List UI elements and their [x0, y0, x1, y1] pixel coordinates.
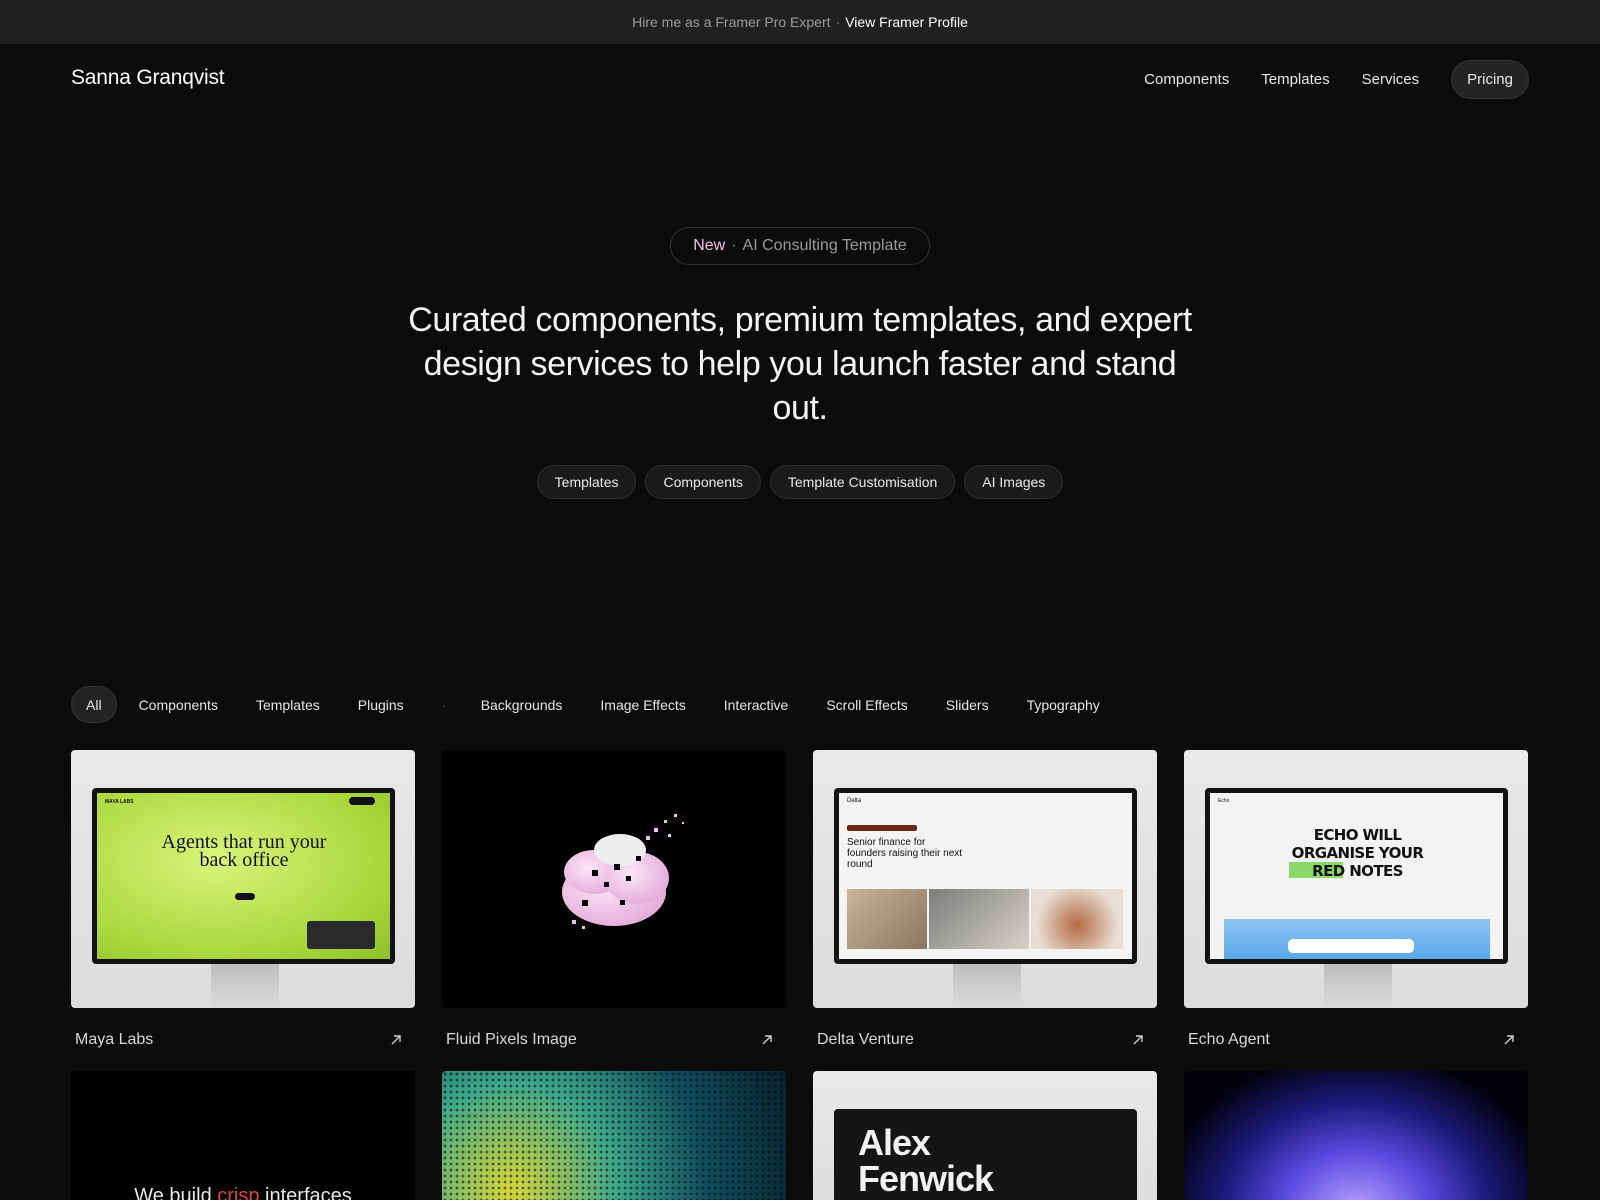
monitor-mockup: Delta Senior finance for founders raisin… [834, 788, 1137, 964]
pill-template-customisation[interactable]: Template Customisation [769, 465, 956, 499]
filter-typography[interactable]: Typography [1027, 686, 1100, 723]
card-title[interactable]: Echo Agent [1188, 1031, 1270, 1049]
promo-separator: · [835, 14, 841, 30]
screen-widget [307, 921, 375, 949]
card-thumbnail[interactable]: Delta Senior finance for founders raisin… [813, 750, 1157, 1008]
preview-text-part: We build [134, 1185, 218, 1200]
badge-text: AI Consulting Template [742, 237, 907, 254]
hero-headline: Curated components, premium templates, a… [408, 301, 1192, 427]
filter-interactive[interactable]: Interactive [724, 686, 789, 723]
screen-photo [847, 889, 927, 949]
screen-brand: Echo [1218, 798, 1230, 804]
monitor-stand [953, 964, 1021, 1004]
card-title[interactable]: Maya Labs [75, 1031, 153, 1049]
card-title[interactable]: Fluid Pixels Image [446, 1031, 577, 1049]
nav-item-services[interactable]: Services [1362, 71, 1420, 88]
nav-item-templates[interactable]: Templates [1261, 71, 1329, 88]
site-logo[interactable]: Sanna Granqvist [71, 66, 225, 90]
arrow-up-right-icon[interactable] [752, 1025, 782, 1055]
pricing-button[interactable]: Pricing [1451, 60, 1529, 99]
nav-item-components[interactable]: Components [1144, 71, 1229, 88]
filter-templates[interactable]: Templates [256, 686, 320, 723]
screen-photo [929, 889, 1029, 949]
monitor-stand [1324, 964, 1392, 1004]
screen-button [235, 893, 255, 900]
monitor-mockup: Alex Fenwick [834, 1109, 1137, 1200]
filter-tabs: All Components Templates Plugins · Backg… [71, 686, 1138, 723]
filter-image-effects[interactable]: Image Effects [600, 686, 685, 723]
filter-backgrounds[interactable]: Backgrounds [481, 686, 563, 723]
filter-sliders[interactable]: Sliders [946, 686, 989, 723]
arrow-up-right-icon[interactable] [381, 1025, 411, 1055]
screen-input [1288, 939, 1414, 953]
monitor-mockup: MAYA LABS Agents that run your back offi… [92, 788, 395, 964]
card-title[interactable]: Delta Venture [817, 1031, 914, 1049]
screen-headline: Senior finance for founders raising thei… [847, 837, 963, 870]
card-thumbnail[interactable]: Echo ECHO WILL ORGANISE YOUR RED NOTES [1184, 750, 1528, 1008]
screen-headline: Agents that run your back office [161, 831, 327, 871]
filter-scroll-effects[interactable]: Scroll Effects [826, 686, 907, 723]
screen-brand: Delta [847, 798, 862, 804]
card-preview-text: We build crisp interfaces [71, 1185, 415, 1200]
pill-components[interactable]: Components [645, 465, 761, 499]
product-card[interactable]: MAYA LABS Agents that run your back offi… [71, 750, 415, 1072]
arrow-up-right-icon[interactable] [1123, 1025, 1153, 1055]
product-card[interactable]: Delta Senior finance for founders raisin… [813, 750, 1157, 1072]
preview-text-accent: crisp [217, 1185, 260, 1200]
pill-templates[interactable]: Templates [536, 465, 637, 499]
hero-pill-group: Templates Components Template Customisat… [0, 465, 1600, 499]
card-thumbnail[interactable] [1184, 1071, 1528, 1200]
monitor-stand [211, 964, 279, 1004]
screen-brand: MAYA LABS [105, 799, 134, 805]
screen-preview: Echo ECHO WILL ORGANISE YOUR RED NOTES [1210, 793, 1503, 959]
filter-components[interactable]: Components [139, 686, 218, 723]
promo-bar: Hire me as a Framer Pro Expert · View Fr… [0, 0, 1600, 44]
screen-preview: MAYA LABS Agents that run your back offi… [97, 793, 390, 959]
card-thumbnail[interactable]: We build crisp interfaces [71, 1071, 415, 1200]
filter-divider: · [441, 697, 446, 712]
announcement-badge[interactable]: New · AI Consulting Template [670, 227, 930, 265]
promo-text: Hire me as a Framer Pro Expert [632, 14, 831, 30]
card-thumbnail[interactable]: Alex Fenwick [813, 1071, 1157, 1200]
card-thumbnail[interactable] [442, 1071, 786, 1200]
card-thumbnail[interactable]: MAYA LABS Agents that run your back offi… [71, 750, 415, 1008]
fluid-pixels-artwork [562, 814, 684, 929]
main-nav: Components Templates Services Pricing [1112, 60, 1529, 99]
screen-photo [1031, 889, 1123, 949]
screen-headline: ECHO WILL ORGANISE YOUR RED NOTES [1291, 826, 1424, 880]
filter-plugins[interactable]: Plugins [358, 686, 404, 723]
screen-tag [847, 825, 917, 831]
promo-link[interactable]: View Framer Profile [845, 14, 968, 30]
screen-preview: Delta Senior finance for founders raisin… [839, 793, 1132, 959]
product-grid-row-2: We build crisp interfaces Alex Fenwick [71, 1071, 1528, 1200]
filter-all[interactable]: All [71, 686, 117, 723]
screen-cta [349, 797, 375, 805]
product-grid: MAYA LABS Agents that run your back offi… [71, 750, 1529, 1072]
product-card[interactable]: Fluid Pixels Image [442, 750, 786, 1072]
screen-headline: Alex Fenwick [858, 1122, 994, 1199]
product-card[interactable]: Echo ECHO WILL ORGANISE YOUR RED NOTES E… [1184, 750, 1528, 1072]
pill-ai-images[interactable]: AI Images [964, 465, 1064, 499]
preview-text-part: interfaces [259, 1185, 352, 1200]
card-thumbnail[interactable] [442, 750, 786, 1008]
dot-pattern [442, 1071, 786, 1200]
badge-separator: · [731, 237, 737, 254]
badge-new-label: New [693, 237, 726, 254]
arrow-up-right-icon[interactable] [1494, 1025, 1524, 1055]
monitor-mockup: Echo ECHO WILL ORGANISE YOUR RED NOTES [1205, 788, 1508, 964]
